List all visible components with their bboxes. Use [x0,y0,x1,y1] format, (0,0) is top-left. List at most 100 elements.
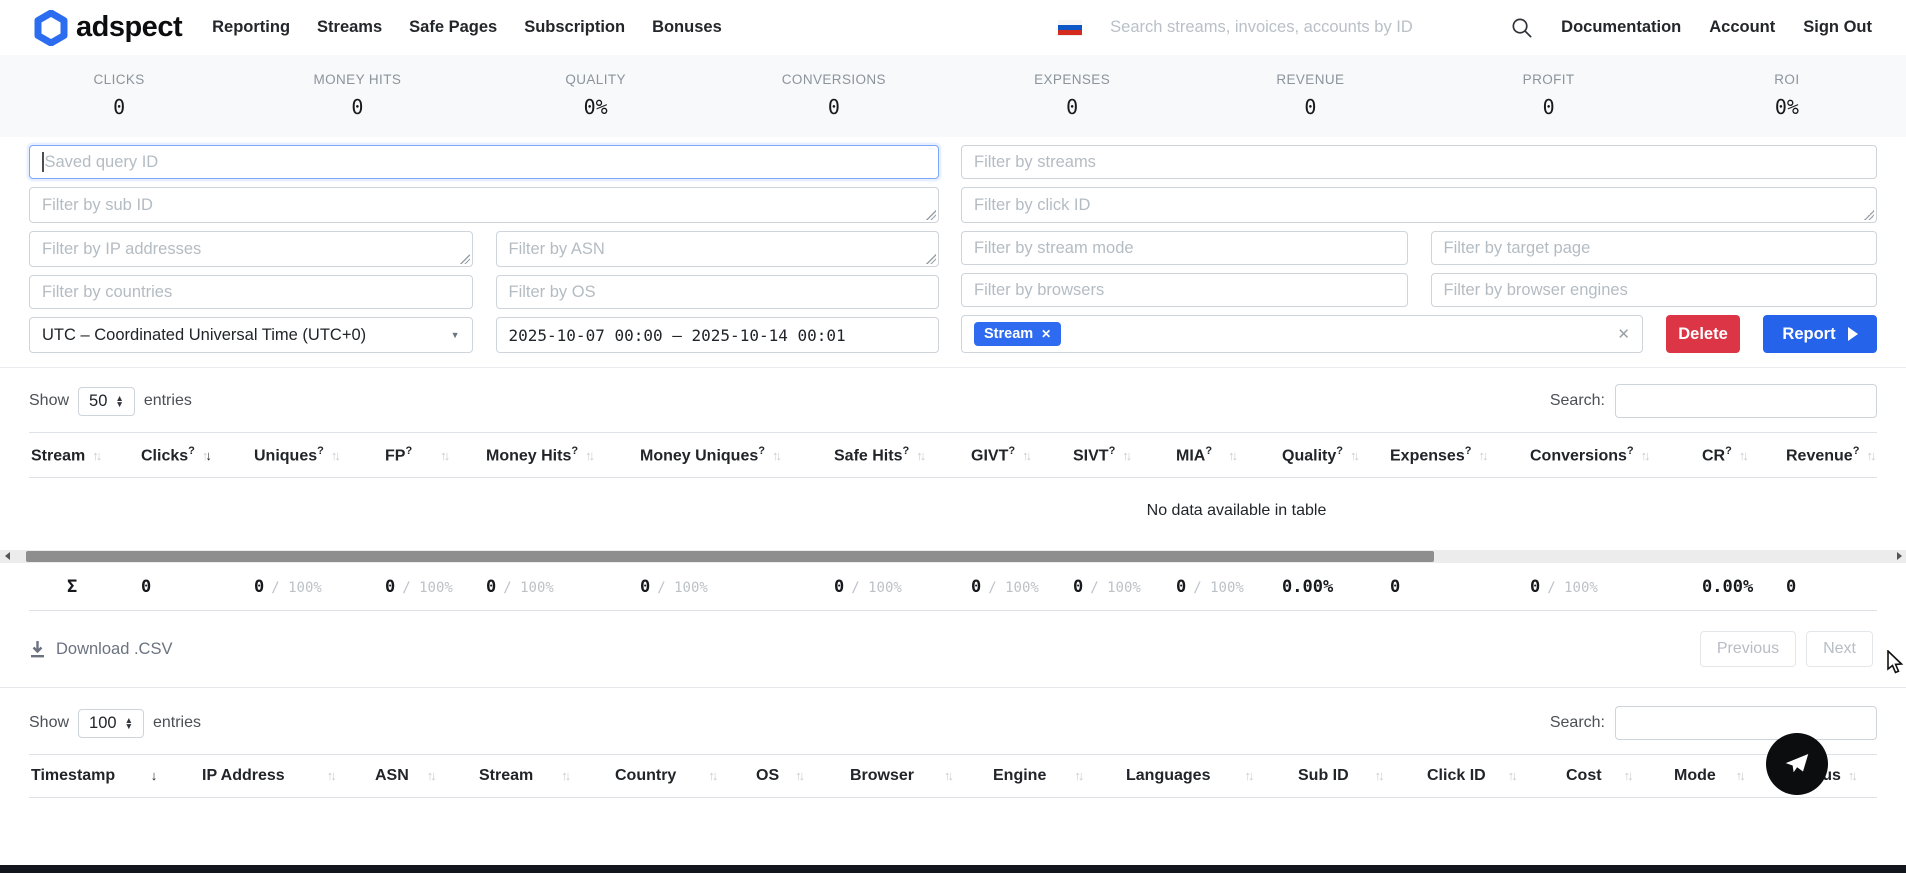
col-cost[interactable]: Cost↑↓ [1564,755,1672,798]
nav-item-subscription[interactable]: Subscription [524,18,625,37]
text-caret [42,152,44,172]
language-flag-icon[interactable] [1058,20,1082,36]
brand-name: adspect [76,11,182,44]
os-filter-input[interactable] [496,275,940,309]
sort-desc-icon: ↑↓ [202,448,209,463]
browsers-filter-input[interactable] [961,273,1408,307]
group-by-tag-input[interactable]: Stream ✕ ✕ [961,315,1643,353]
sort-icon: ↑↓ [327,768,334,783]
table1-search: Search: [1550,384,1877,418]
col-asn[interactable]: ASN↑↓ [373,755,477,798]
stream-mode-filter-input[interactable] [961,231,1408,265]
next-page-button[interactable]: Next [1806,631,1873,667]
stat-quality: QUALITY0% [477,72,715,119]
stat-clicks: CLICKS0 [0,72,238,119]
chevron-down-icon: ▼ [451,330,460,340]
scroll-left-arrow[interactable] [0,550,14,563]
nav-item-reporting[interactable]: Reporting [212,18,290,37]
col-revenue[interactable]: Revenue?↑↓ [1784,433,1877,478]
nav-item-streams[interactable]: Streams [317,18,382,37]
col-safe-hits[interactable]: Safe Hits?↑↓ [832,433,969,478]
table2-search: Search: [1550,706,1877,740]
col-cr[interactable]: CR?↑↓ [1700,433,1784,478]
sort-icon: ↑↓ [1508,768,1515,783]
search-icon[interactable] [1510,16,1533,39]
col-country[interactable]: Country↑↓ [613,755,754,798]
col-mia[interactable]: MIA?↑↓ [1174,433,1280,478]
download-icon [29,640,46,658]
scrollbar-thumb[interactable] [26,551,1434,562]
browser-engines-filter-input[interactable] [1431,273,1878,307]
asn-filter-input[interactable] [496,231,940,267]
delete-button[interactable]: Delete [1666,315,1740,353]
sort-icon: ↑↓ [585,448,592,463]
sort-icon: ↑↓ [427,768,434,783]
scrollbar-track[interactable] [14,550,1892,563]
col-engine[interactable]: Engine↑↓ [991,755,1124,798]
report-button[interactable]: Report [1763,315,1877,353]
nav-item-bonuses[interactable]: Bonuses [652,18,722,37]
global-search-input[interactable] [1110,18,1482,37]
nav-link-sign-out[interactable]: Sign Out [1803,18,1872,37]
page-size-select-2[interactable]: 100 ▲▼ [78,709,144,738]
col-sivt[interactable]: SIVT?↑↓ [1071,433,1174,478]
sort-icon: ↑↓ [1641,448,1648,463]
clear-tags-icon[interactable]: ✕ [1617,325,1630,343]
col-stream2[interactable]: Stream↑↓ [477,755,613,798]
sort-desc-icon: ↑↓ [147,768,154,783]
col-clicks[interactable]: Clicks?↑↓ [139,433,252,478]
download-csv-link[interactable]: Download .CSV [29,640,172,659]
sort-icon: ↑↓ [1624,768,1631,783]
sort-icon: ↑↓ [1022,448,1029,463]
col-sub-id[interactable]: Sub ID↑↓ [1296,755,1425,798]
stream-tag-chip[interactable]: Stream ✕ [974,322,1061,346]
target-page-filter-input[interactable] [1431,231,1878,265]
col-stream[interactable]: Stream↑↓ [29,433,139,478]
scroll-right-arrow[interactable] [1892,550,1906,563]
streams-filter-input[interactable] [961,145,1877,179]
col-ip-address[interactable]: IP Address↑↓ [200,755,373,798]
click-id-filter-wrap [961,187,1877,223]
col-os2[interactable]: OS↑↓ [754,755,848,798]
brand[interactable]: adspect [34,10,182,46]
sub-id-filter-input[interactable] [29,187,939,223]
col-expenses[interactable]: Expenses?↑↓ [1388,433,1528,478]
stat-expenses: EXPENSES0 [953,72,1191,119]
col-fp[interactable]: FP?↑↓ [383,433,484,478]
table1-search-input[interactable] [1615,384,1877,418]
main-nav: Reporting Streams Safe Pages Subscriptio… [212,18,722,37]
col-conversions[interactable]: Conversions?↑↓ [1528,433,1700,478]
telegram-button[interactable] [1766,733,1828,795]
nav-link-documentation[interactable]: Documentation [1561,18,1681,37]
play-triangle-icon [1848,327,1858,341]
totals-sigma: Σ [29,564,139,611]
col-quality[interactable]: Quality?↑↓ [1280,433,1388,478]
countries-filter-input[interactable] [29,275,473,309]
col-givt[interactable]: GIVT?↑↓ [969,433,1071,478]
stat-roi: ROI0% [1668,72,1906,119]
top-right-controls: Documentation Account Sign Out [1058,16,1872,39]
remove-tag-icon[interactable]: ✕ [1041,327,1051,341]
col-browser[interactable]: Browser↑↓ [848,755,991,798]
col-money-hits[interactable]: Money Hits?↑↓ [484,433,638,478]
ip-addresses-filter-input[interactable] [29,231,473,267]
click-id-filter-input[interactable] [961,187,1877,223]
col-timestamp[interactable]: Timestamp↑↓ [29,755,200,798]
nav-link-account[interactable]: Account [1709,18,1775,37]
sort-icon: ↑↓ [331,448,338,463]
page-size-select[interactable]: 50 ▲▼ [78,387,135,416]
timezone-select[interactable]: UTC – Coordinated Universal Time (UTC+0)… [29,317,473,353]
col-languages[interactable]: Languages↑↓ [1124,755,1296,798]
clicklog-table-wrap: Timestamp↑↓ IP Address↑↓ ASN↑↓ Stream↑↓ … [29,754,1877,798]
saved-query-id-input[interactable]: Saved query ID [29,145,939,179]
previous-page-button[interactable]: Previous [1700,631,1796,667]
date-range-input[interactable]: 2025-10-07 00:00 – 2025-10-14 00:01 [496,317,940,353]
stat-profit: PROFIT0 [1430,72,1668,119]
table2-search-input[interactable] [1615,706,1877,740]
filters-right-column: Stream ✕ ✕ Delete Report [961,145,1877,353]
col-click-id[interactable]: Click ID↑↓ [1425,755,1564,798]
col-uniques[interactable]: Uniques?↑↓ [252,433,383,478]
col-money-uniques[interactable]: Money Uniques?↑↓ [638,433,832,478]
report-table-wrap: Stream↑↓ Clicks?↑↓ Uniques?↑↓ FP?↑↓ Mone… [29,432,1877,546]
nav-item-safe-pages[interactable]: Safe Pages [409,18,497,37]
